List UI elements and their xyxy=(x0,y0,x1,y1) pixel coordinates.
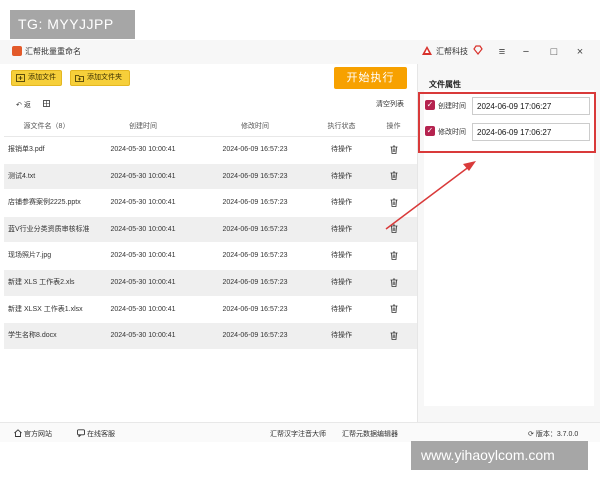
back-button[interactable]: ↶ 返 xyxy=(16,100,31,110)
undo-icon: ↶ xyxy=(16,102,22,109)
add-folder-label: 添加文件夹 xyxy=(87,74,122,81)
cell-filename: 报销单3.pdf xyxy=(8,146,45,153)
cell-status: 待操作 xyxy=(331,278,352,286)
cell-status: 待操作 xyxy=(331,252,352,260)
cell-status: 待操作 xyxy=(331,172,352,180)
cell-filename: 新建 XLS 工作表2.xls xyxy=(8,278,75,286)
cell-created: 2024-05-30 10:00:41 xyxy=(110,146,176,153)
header-action: 操作 xyxy=(386,123,401,130)
table-row[interactable]: 新建 XLSX 工作表1.xlsx 2024-05-30 10:00:41 20… xyxy=(4,297,417,324)
cell-created: 2024-05-30 10:00:41 xyxy=(110,225,176,233)
cell-status: 待操作 xyxy=(331,305,352,313)
brand-name: 汇帮科技 xyxy=(436,47,468,56)
cell-status: 待操作 xyxy=(331,199,352,207)
cell-created: 2024-05-30 10:00:41 xyxy=(110,332,176,340)
cell-modified: 2024-06-09 16:57:23 xyxy=(222,172,288,180)
table-row[interactable]: 现场照片7.jpg 2024-05-30 10:00:41 2024-06-09… xyxy=(4,243,417,270)
service-link[interactable]: 在线客服 xyxy=(77,429,115,439)
trash-icon[interactable] xyxy=(390,224,398,234)
version-value: 3.7.0.0 xyxy=(556,431,579,438)
header-modified: 修改时间 xyxy=(241,123,269,130)
header-created: 创建时间 xyxy=(129,123,157,130)
version-label: 版本： xyxy=(535,431,557,438)
metadata-tool-link[interactable]: 汇帮元数据编辑器 xyxy=(342,429,398,439)
add-folder-icon xyxy=(75,75,84,82)
table-header: 源文件名（8） 创建时间 修改时间 执行状态 操作 xyxy=(4,117,417,137)
website-link[interactable]: 官方网站 xyxy=(14,429,52,439)
cell-modified: 2024-06-09 16:57:23 xyxy=(222,278,288,286)
maximize-icon[interactable]: □ xyxy=(545,43,563,61)
clear-list-button[interactable]: 清空列表 xyxy=(376,99,404,109)
cell-filename: 现场照片7.jpg xyxy=(8,252,52,260)
watermark-bottom: www.yihaoylcom.com xyxy=(411,441,588,470)
footer: 官方网站 在线客服 汇帮汉字注音大师 汇帮元数据编辑器 ⟳ 版本：3.7.0.0 xyxy=(0,422,600,442)
trash-icon[interactable] xyxy=(390,304,398,314)
properties-title: 文件属性 xyxy=(429,80,461,89)
table-row[interactable]: 测试4.txt 2024-05-30 10:00:41 2024-06-09 1… xyxy=(4,163,417,191)
minimize-icon[interactable]: − xyxy=(517,43,535,61)
cell-filename: 新建 XLSX 工作表1.xlsx xyxy=(8,305,83,313)
add-file-button[interactable]: 添加文件 xyxy=(11,70,62,86)
cell-modified: 2024-06-09 16:57:23 xyxy=(222,146,288,153)
file-table: 源文件名（8） 创建时间 修改时间 执行状态 操作 报销单3.pdf 2024-… xyxy=(4,117,417,350)
close-icon[interactable]: × xyxy=(571,43,589,61)
trash-icon[interactable] xyxy=(390,145,398,154)
pinyin-tool-link[interactable]: 汇帮汉字注音大师 xyxy=(270,429,326,439)
refresh-icon[interactable]: ⟳ xyxy=(528,431,534,438)
header-status: 执行状态 xyxy=(327,123,356,130)
cell-created: 2024-05-30 10:00:41 xyxy=(110,252,176,260)
highlight-box xyxy=(418,92,596,153)
cell-status: 待操作 xyxy=(331,332,352,340)
chat-icon xyxy=(77,429,85,437)
trash-icon[interactable] xyxy=(390,251,398,260)
table-row[interactable]: 店铺参赛案例2225.pptx 2024-05-30 10:00:41 2024… xyxy=(4,190,417,217)
cell-modified: 2024-06-09 16:57:23 xyxy=(222,252,288,260)
add-folder-button[interactable]: 添加文件夹 xyxy=(70,70,130,86)
watermark-top: TG: MYYJJPP xyxy=(10,10,135,39)
home-icon xyxy=(14,429,22,437)
cell-created: 2024-05-30 10:00:41 xyxy=(110,199,176,207)
cell-created: 2024-05-30 10:00:41 xyxy=(110,172,176,180)
website-label: 官方网站 xyxy=(24,431,52,438)
cell-created: 2024-05-30 10:00:41 xyxy=(110,305,176,313)
cell-modified: 2024-06-09 16:57:23 xyxy=(222,199,288,207)
title-bar: 汇帮批量重命名 汇帮科技 ≡ − □ × xyxy=(0,40,600,64)
cell-filename: 测试4.txt xyxy=(8,172,36,180)
table-row[interactable]: 学生名称8.docx 2024-05-30 10:00:41 2024-06-0… xyxy=(4,323,417,350)
version-info: ⟳ 版本：3.7.0.0 xyxy=(528,429,578,439)
trash-icon[interactable] xyxy=(390,198,398,207)
header-filename: 源文件名（8） xyxy=(23,123,70,130)
add-file-icon xyxy=(16,74,25,82)
add-file-label: 添加文件 xyxy=(28,74,56,81)
cell-filename: 学生名称8.docx xyxy=(8,332,57,340)
table-row[interactable]: 蓝V行业分类资质审核标准6 2024-05-30 10:00:41 2024-0… xyxy=(4,216,417,244)
brand-logo-icon xyxy=(422,46,432,55)
cell-modified: 2024-06-09 16:57:23 xyxy=(222,305,288,313)
table-row[interactable]: 报销单3.pdf 2024-05-30 10:00:41 2024-06-09 … xyxy=(4,137,417,164)
cell-filename: 蓝V行业分类资质审核标准6 xyxy=(8,225,89,233)
service-label: 在线客服 xyxy=(87,431,115,438)
trash-icon[interactable] xyxy=(390,278,398,287)
cell-modified: 2024-06-09 16:57:23 xyxy=(222,332,288,340)
trash-icon[interactable] xyxy=(390,171,398,181)
hamburger-icon[interactable]: ≡ xyxy=(493,43,511,61)
start-button[interactable]: 开始执行 xyxy=(334,67,407,89)
cell-created: 2024-05-30 10:00:41 xyxy=(110,278,176,286)
cell-modified: 2024-06-09 16:57:23 xyxy=(222,225,288,233)
brand-badge-icon xyxy=(473,45,483,55)
cell-filename: 店铺参赛案例2225.pptx xyxy=(8,199,81,207)
app-title: 汇帮批量重命名 xyxy=(25,47,81,56)
back-label: 返 xyxy=(23,102,31,109)
table-row[interactable]: 新建 XLS 工作表2.xls 2024-05-30 10:00:41 2024… xyxy=(4,269,417,297)
app-logo-icon xyxy=(12,46,22,56)
trash-icon[interactable] xyxy=(390,331,398,340)
cell-status: 待操作 xyxy=(331,146,352,153)
grid-icon[interactable] xyxy=(43,100,50,107)
cell-status: 待操作 xyxy=(331,225,352,233)
